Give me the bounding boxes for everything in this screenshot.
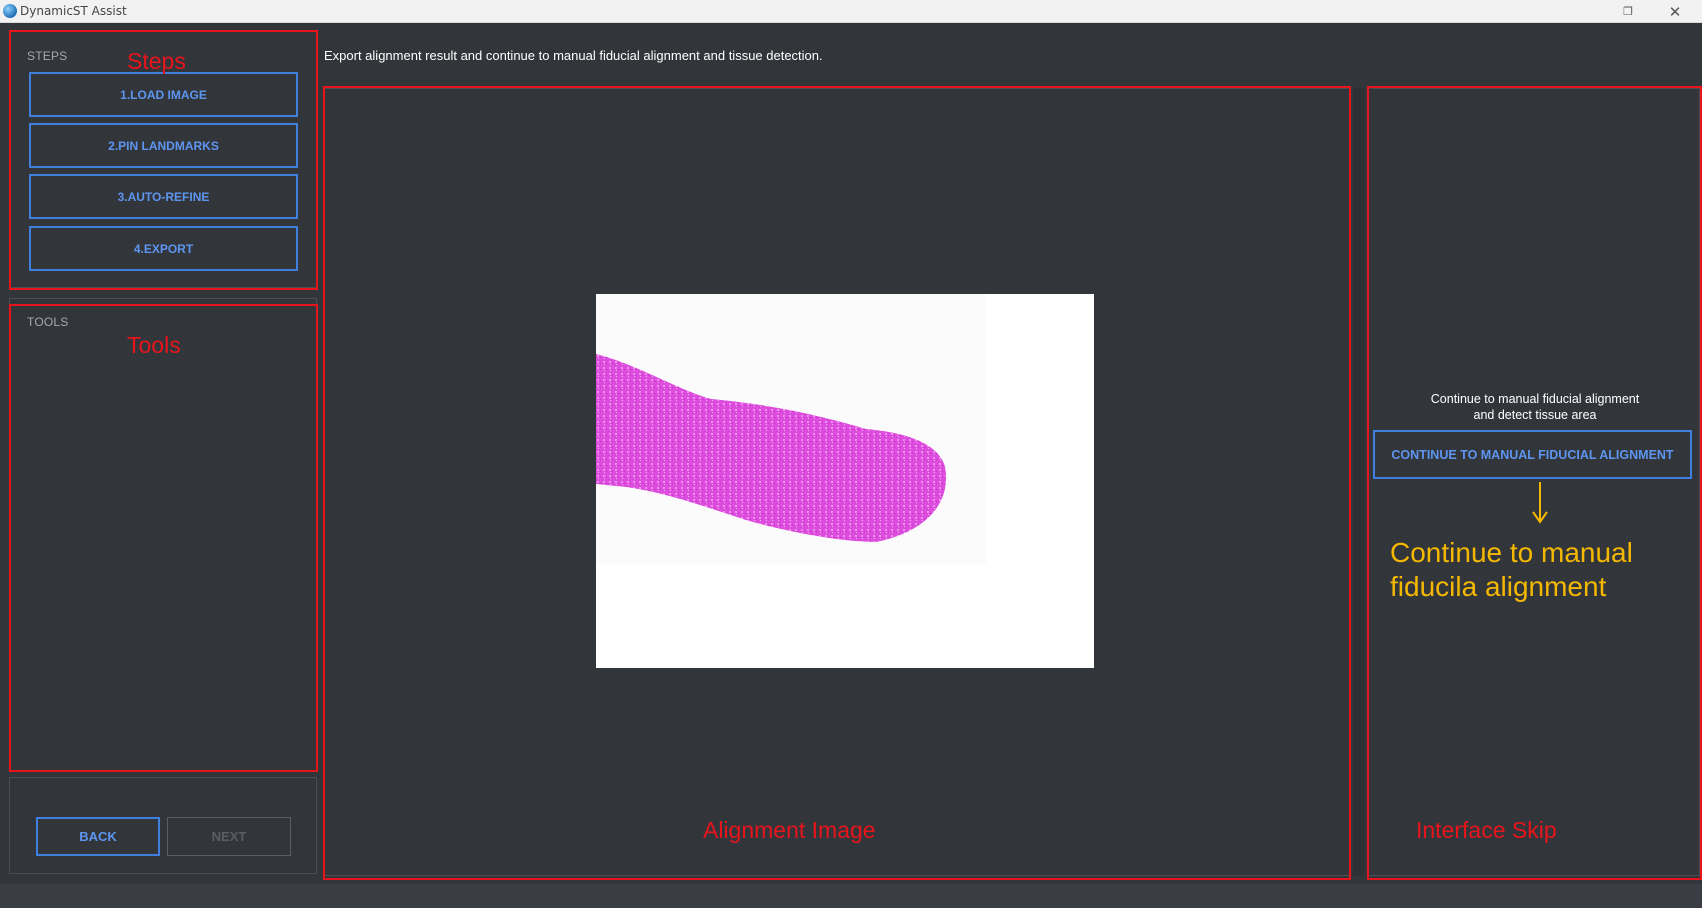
annotation-arrow-down-icon [1532,482,1548,524]
tools-panel [9,298,317,771]
title-bar: DynamicST Assist ❐ ✕ [0,0,1702,23]
skip-description-line-1: Continue to manual fiducial alignment [1430,392,1640,406]
instruction-text: Export alignment result and continue to … [324,48,823,63]
continue-to-manual-fiducial-alignment-button[interactable]: CONTINUE TO MANUAL FIDUCIAL ALIGNMENT [1373,430,1692,479]
tissue-image [596,294,1094,668]
skip-description: Continue to manual fiducial alignment an… [1370,391,1700,423]
next-button[interactable]: NEXT [167,817,291,856]
annotation-tools-label: Tools [127,332,181,358]
annotation-interface-skip-label: Interface Skip [1416,817,1557,843]
load-image-button[interactable]: 1.LOAD IMAGE [29,72,298,117]
back-button[interactable]: BACK [36,817,160,856]
export-button[interactable]: 4.EXPORT [29,226,298,271]
pin-landmarks-button[interactable]: 2.PIN LANDMARKS [29,123,298,168]
close-icon[interactable]: ✕ [1662,2,1688,22]
restore-icon[interactable]: ❐ [1615,2,1641,22]
skip-description-line-2: and detect tissue area [1473,408,1597,422]
annotation-steps-label: Steps [127,48,186,74]
status-strip [0,884,1702,908]
steps-section-label: STEPS [27,49,68,63]
tools-section-label: TOOLS [27,315,69,329]
image-panel-scrollbar[interactable] [1353,88,1365,876]
annotation-alignment-image-label: Alignment Image [703,817,876,843]
window-title: DynamicST Assist [20,4,127,18]
app-logo-icon [3,4,17,18]
auto-refine-button[interactable]: 3.AUTO-REFINE [29,174,298,219]
annotation-continue-note: Continue to manual fiducila alignment [1390,537,1633,602]
